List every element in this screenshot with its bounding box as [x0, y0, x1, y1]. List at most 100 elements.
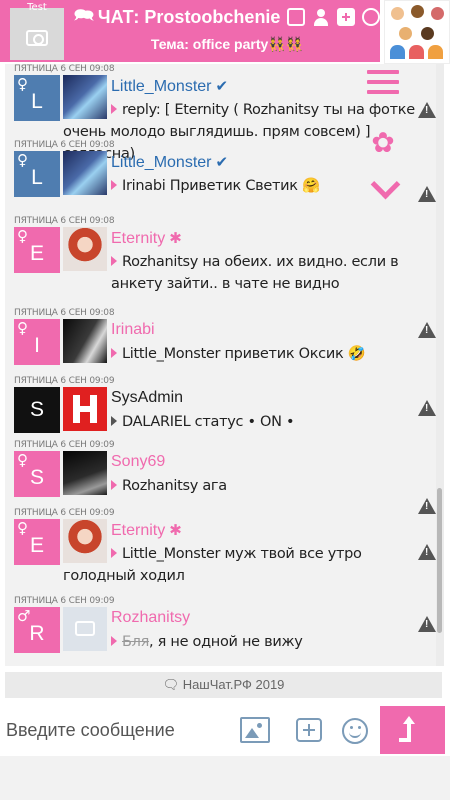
message-date: ПЯТНИЦА 6 СЕН 09:08 [14, 308, 115, 318]
site-credit: 🗨 НашЧат.РФ 2019 [5, 672, 442, 698]
window-icon[interactable] [287, 8, 306, 26]
user-initial: E [29, 242, 44, 265]
message-text: Little_Monster муж твой все утро голодны… [63, 543, 425, 587]
chat-header: Test 🗪 ЧАТ: Prostoobchenie Тема: office … [0, 0, 450, 68]
user-initial: I [34, 334, 40, 357]
report-icon[interactable] [418, 498, 436, 514]
user-badge-icon: ✱ [169, 522, 182, 539]
compose-bar [0, 706, 450, 754]
user-photo[interactable] [63, 387, 107, 431]
current-user-name: Test [27, 2, 47, 13]
user-nick[interactable]: SysAdmin [111, 389, 187, 407]
message-body: Rozhanitsy на обеих. их видно. если в ан… [111, 254, 399, 292]
report-icon[interactable] [418, 186, 436, 202]
user-initial: L [31, 166, 43, 189]
user-initial: E [29, 534, 44, 557]
message-body: Little_Monster приветик Оксик 🤣 [122, 346, 366, 362]
user-nick[interactable]: Sony69 [111, 453, 169, 471]
message-date: ПЯТНИЦА 6 СЕН 09:08 [14, 140, 115, 150]
nick-label: SysAdmin [111, 389, 184, 406]
message-text: Little_Monster приветик Оксик 🤣 [111, 343, 423, 365]
camera-icon [75, 621, 95, 636]
user-nick[interactable]: Eternity ✱ [111, 229, 182, 248]
chat-topic: Тема: office party👯‍♂️👯 [150, 36, 304, 52]
nick-label: Little_Monster [111, 78, 212, 95]
user-tile[interactable]: ♀ L [14, 151, 60, 197]
arrow-icon [111, 348, 117, 358]
report-icon[interactable] [418, 102, 436, 118]
user-tile[interactable]: ♂ R [14, 607, 60, 653]
user-nick[interactable]: Rozhanitsy [111, 609, 194, 627]
chat-title: ЧАТ: Prostoobchenie [97, 6, 281, 27]
struck-text: Бля [122, 634, 150, 650]
message-text: Rozhanitsy ага [111, 475, 423, 497]
image-upload-icon[interactable] [240, 717, 270, 743]
chevron-down-icon[interactable] [370, 170, 400, 200]
send-button[interactable] [380, 706, 445, 754]
user-initial: S [29, 398, 44, 421]
user-nick[interactable]: Eternity ✱ [111, 521, 182, 540]
chat-bubble-icon: 🗪 [74, 6, 94, 24]
room-avatar-person [411, 5, 424, 18]
user-tile[interactable]: ♀ I [14, 319, 60, 365]
menu-icon[interactable] [367, 70, 399, 96]
message-input[interactable] [6, 712, 236, 748]
nick-label: Rozhanitsy [111, 609, 191, 626]
user-photo[interactable] [63, 451, 107, 495]
message-body: DALARIEL статус • ON • [122, 414, 295, 430]
bottom-strip [0, 756, 450, 800]
nick-label: Eternity [111, 522, 166, 539]
camera-icon [26, 30, 48, 46]
report-icon[interactable] [418, 616, 436, 632]
message-body: Little_Monster муж твой все утро голодны… [63, 546, 362, 584]
user-tile[interactable]: ♀ S [14, 451, 60, 497]
arrow-icon [111, 104, 117, 114]
arrow-icon [111, 480, 117, 490]
user-badge-icon: ✱ [169, 230, 182, 247]
user-badge-icon: ✔ [215, 154, 229, 171]
gear-icon[interactable]: ✿ [370, 129, 396, 157]
nick-label: Little_Monster [111, 154, 212, 171]
room-avatar-person [391, 7, 404, 20]
current-user-avatar[interactable]: Test [10, 2, 64, 60]
title-row: 🗪 ЧАТ: Prostoobchenie [74, 6, 381, 28]
report-icon[interactable] [418, 322, 436, 338]
message-date: ПЯТНИЦА 6 СЕН 09:08 [14, 216, 115, 226]
message-text: Rozhanitsy на обеих. их видно. если в ан… [111, 251, 423, 295]
nick-label: Irinabi [111, 321, 155, 338]
users-icon[interactable] [312, 8, 330, 26]
user-nick[interactable]: Little_Monster ✔ [111, 77, 228, 96]
message-date: ПЯТНИЦА 6 СЕН 09:09 [14, 440, 115, 450]
nick-label: Sony69 [111, 453, 166, 470]
user-tile[interactable]: ♀ L [14, 75, 60, 121]
add-attachment-icon[interactable] [296, 718, 322, 742]
message-date: ПЯТНИЦА 6 СЕН 09:09 [14, 596, 115, 606]
arrow-icon [111, 548, 117, 558]
user-tile[interactable]: ♀ E [14, 519, 60, 565]
room-avatar-person [431, 7, 444, 20]
user-photo[interactable] [63, 151, 107, 195]
user-nick[interactable]: Irinabi [111, 321, 159, 339]
user-badge-icon: ✔ [215, 78, 229, 95]
scrollbar-thumb[interactable] [437, 488, 442, 633]
arrow-icon [111, 416, 117, 426]
room-avatar-person [399, 27, 412, 40]
user-nick[interactable]: Little_Monster ✔ [111, 153, 228, 172]
message-text: DALARIEL статус • ON • [111, 411, 423, 433]
user-photo[interactable] [63, 227, 107, 271]
room-avatar-body [390, 45, 405, 59]
message-body: Irinabi Приветик Светик 🤗 [122, 178, 320, 194]
message-icon[interactable] [362, 8, 381, 26]
user-photo[interactable] [63, 607, 107, 651]
arrow-icon [111, 636, 117, 646]
nick-label: Eternity [111, 230, 166, 247]
emoji-icon[interactable] [342, 718, 368, 744]
room-avatar-body [409, 45, 424, 59]
message-text: Бля, я не одной не вижу [111, 631, 423, 653]
add-icon[interactable] [337, 8, 356, 26]
user-photo[interactable] [63, 319, 107, 363]
room-avatar[interactable] [384, 0, 450, 64]
user-tile[interactable]: S [14, 387, 60, 433]
user-tile[interactable]: ♀ E [14, 227, 60, 273]
message-body: Rozhanitsy ага [122, 478, 227, 494]
